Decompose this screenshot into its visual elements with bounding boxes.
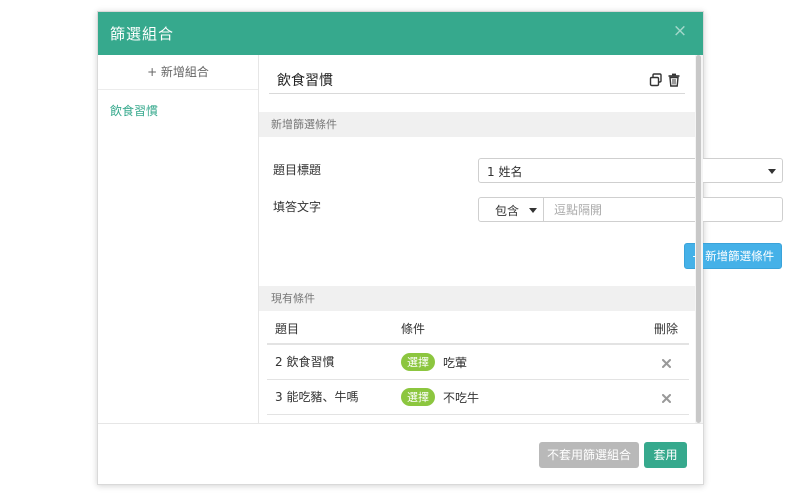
header-delete: 刪除 (654, 322, 679, 336)
filter-combo-modal: 篩選組合 × + 新增組合 飲食習慣 飲食習慣 新增篩選條件 題目標題 1 姓名… (97, 11, 783, 486)
trash-icon[interactable] (667, 72, 681, 87)
disable-combo-button[interactable]: 不套用篩選組合 (539, 442, 639, 468)
modal-header: 篩選組合 × (98, 12, 703, 55)
answer-text-input[interactable] (543, 197, 783, 222)
combo-editor: 飲食習慣 新增篩選條件 題目標題 1 姓名 填答文字 包含 逗點隔開 + 新增篩… (259, 55, 783, 423)
modal-footer: 不套用篩選組合 套用 (98, 423, 703, 486)
answer-text-label: 填答文字 (273, 200, 322, 214)
copy-icon[interactable] (649, 72, 663, 87)
add-combo-button[interactable]: + 新增組合 (98, 55, 258, 90)
condition-type-badge: 選擇 (401, 353, 435, 371)
condition-type-badge: 選擇 (401, 388, 435, 406)
row-question: 2 飲食習慣 (275, 355, 335, 369)
question-select[interactable]: 1 姓名 (478, 158, 783, 183)
chevron-down-icon (529, 208, 537, 213)
operator-select-value: 包含 (495, 204, 520, 218)
close-icon[interactable]: × (671, 22, 689, 40)
row-question: 3 能吃豬、牛嗎 (275, 390, 359, 404)
delete-row-icon[interactable] (662, 357, 671, 368)
existing-conditions-section-title: 現有條件 (259, 286, 695, 311)
condition-value: 不吃牛 (443, 391, 480, 405)
row-condition: 選擇 不吃牛 (401, 388, 479, 406)
combo-name-field[interactable]: 飲食習慣 (269, 67, 685, 94)
question-label: 題目標題 (273, 163, 322, 177)
combo-sidebar: + 新增組合 飲食習慣 (98, 55, 259, 423)
sidebar-item-diet-habit[interactable]: 飲食習慣 (98, 90, 258, 131)
header-condition: 條件 (401, 322, 426, 336)
conditions-table: 題目 條件 刪除 2 飲食習慣 選擇 吃葷 3 能吃豬、牛嗎 選擇 不吃牛 (267, 313, 689, 415)
chevron-down-icon (768, 169, 776, 174)
question-select-value: 1 姓名 (487, 165, 523, 179)
condition-value: 吃葷 (443, 356, 468, 370)
modal-title: 篩選組合 (110, 25, 175, 43)
header-question: 題目 (275, 322, 300, 336)
operator-select[interactable]: 包含 (478, 197, 544, 222)
new-condition-section-title: 新增篩選條件 (259, 112, 695, 137)
table-row: 3 能吃豬、牛嗎 選擇 不吃牛 (267, 380, 689, 415)
scrollbar-thumb[interactable] (696, 55, 701, 423)
conditions-table-header: 題目 條件 刪除 (267, 313, 689, 345)
delete-row-icon[interactable] (662, 392, 671, 403)
combo-name: 飲食習慣 (277, 73, 333, 89)
apply-button[interactable]: 套用 (644, 442, 687, 468)
row-condition: 選擇 吃葷 (401, 353, 467, 371)
table-row: 2 飲食習慣 選擇 吃葷 (267, 345, 689, 380)
content-scrollbar[interactable] (695, 55, 703, 423)
